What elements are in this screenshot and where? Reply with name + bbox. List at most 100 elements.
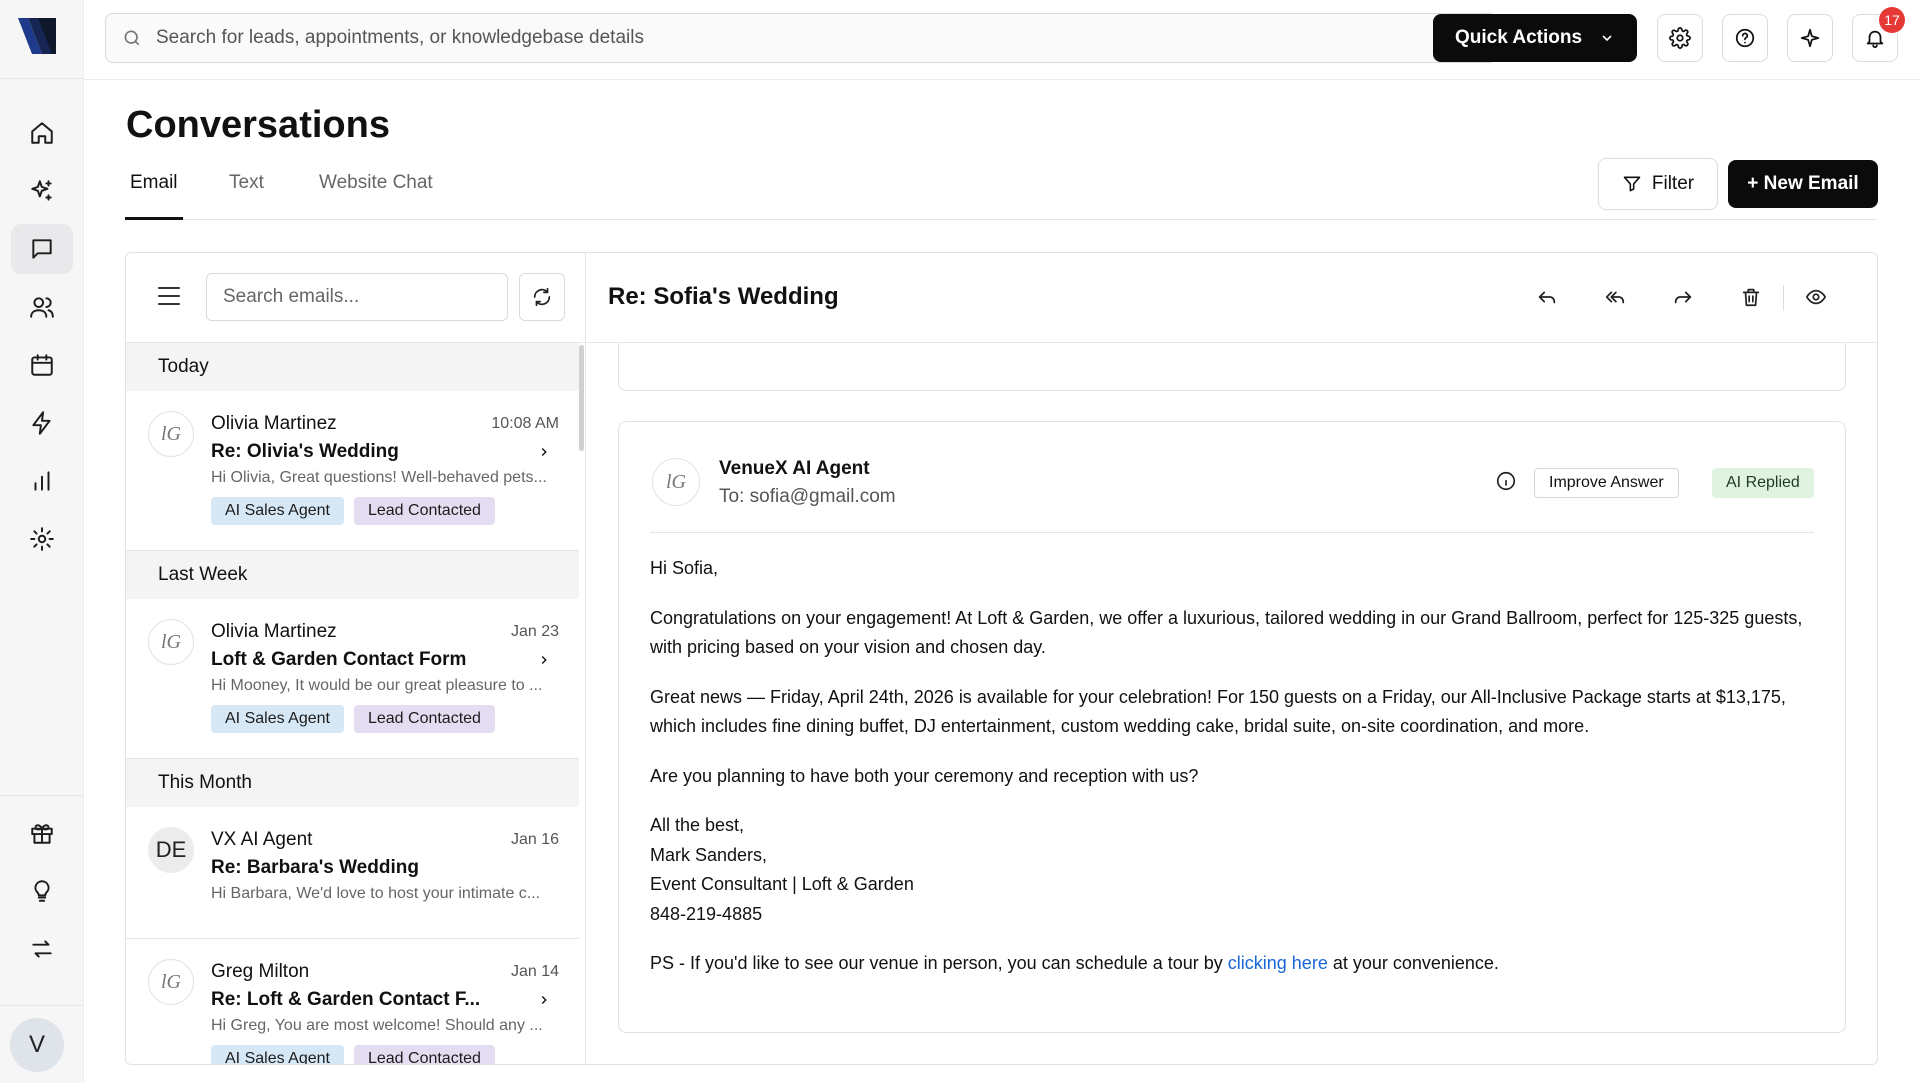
sidebar-contacts[interactable] [11,282,73,332]
bar-chart-icon [34,471,50,491]
message-signature: All the best, Mark Sanders, Event Consul… [650,811,1814,929]
topbar: Quick Actions 17 [84,0,1920,80]
tab-website-chat[interactable]: Website Chat [314,172,438,220]
sender-avatar: lG [148,959,194,1005]
refresh-button[interactable] [519,273,565,321]
sidebar-divider [0,78,84,79]
venuex-logo[interactable] [16,14,58,58]
reader-header: Re: Sofia's Wedding [587,253,1877,343]
sidebar-rewards[interactable] [11,808,73,858]
tag-ai-sales-agent: AI Sales Agent [211,1045,344,1064]
email-list-item[interactable]: DE VX AI Agent Jan 16 Re: Barbara's Wedd… [126,807,579,939]
sidebar-switch[interactable] [11,924,73,974]
email-list: Today lG Olivia Martinez 10:08 AM Re: Ol… [126,253,586,1064]
email-list-toolbar [126,253,585,343]
email-subject: Re: Barbara's Wedding [211,857,419,878]
notifications-button[interactable]: 17 [1852,7,1905,62]
filter-button[interactable]: Filter [1598,158,1718,210]
sender-avatar: lG [652,458,700,506]
sidebar-divider [0,795,84,796]
email-list-scrollbar[interactable] [579,345,584,451]
forward-icon [1674,291,1692,304]
ps-text-end: at your convenience. [1327,953,1499,973]
sidebar-ideas[interactable] [11,866,73,916]
previous-message-card[interactable] [618,343,1846,391]
page-title: Conversations [126,104,390,146]
group-header-this-month: This Month [126,759,579,807]
global-search[interactable] [105,13,1497,63]
home-icon [31,122,53,144]
sender-avatar: DE [148,827,194,873]
email-subject: Re: Loft & Garden Contact F... [211,989,481,1010]
signature-phone: 848-219-4885 [650,903,763,924]
calendar-icon [31,354,53,376]
message-card: lG VenueX AI Agent To: sofia@gmail.com I… [618,421,1846,1033]
sidebar-analytics[interactable] [11,456,73,506]
view-button[interactable] [1802,283,1830,311]
swap-icon [32,940,52,958]
message-paragraph: Great news — Friday, April 24th, 2026 is… [650,686,1786,737]
tag-lead-contacted: Lead Contacted [353,1045,495,1064]
help-icon [1735,28,1755,48]
message-sender: VenueX AI Agent [719,458,870,479]
trash-icon [1742,288,1760,307]
signoff: All the best, [650,815,745,835]
email-tags: AI Sales Agent Lead Contacted [211,1045,495,1064]
tag-lead-contacted: Lead Contacted [353,497,495,525]
email-list-item[interactable]: lG Greg Milton Jan 14 Re: Loft & Garden … [126,939,579,1064]
sender-name: Greg Milton [211,961,310,982]
conversation-panel: Today lG Olivia Martinez 10:08 AM Re: Ol… [125,252,1878,1065]
tab-email[interactable]: Email [125,172,183,220]
sidebar-calendar[interactable] [11,340,73,390]
sidebar-ai[interactable] [11,166,73,216]
message-recipient: To: sofia@gmail.com [719,486,896,507]
message-paragraph: Are you planning to have both your cerem… [650,765,1199,786]
tag-lead-contacted: Lead Contacted [353,705,495,733]
email-time: Jan 16 [510,831,559,848]
email-time: Jan 23 [510,623,559,640]
email-tags: AI Sales Agent Lead Contacted [211,497,495,525]
tag-ai-sales-agent: AI Sales Agent [211,497,344,525]
schedule-tour-link[interactable]: clicking here [1228,953,1328,973]
filter-icon [1623,176,1641,192]
help-button[interactable] [1722,14,1768,62]
info-icon[interactable] [1495,470,1519,494]
ai-assistant-button[interactable] [1787,14,1833,62]
global-search-input[interactable] [156,27,1456,49]
email-list-item[interactable]: lG Olivia Martinez Jan 23 Loft & Garden … [126,599,579,759]
lightbulb-icon [34,880,50,902]
email-list-item[interactable]: lG Olivia Martinez 10:08 AM Re: Olivia's… [126,391,579,551]
quick-actions-button[interactable]: Quick Actions [1433,14,1637,62]
sparkles-icon [31,180,52,201]
email-preview: Hi Mooney, It would be our great pleasur… [211,677,543,694]
sender-name: VX AI Agent [211,829,313,850]
sidebar-automations[interactable] [11,398,73,448]
forward-button[interactable] [1669,283,1697,311]
group-header-today: Today [126,343,579,391]
tab-text[interactable]: Text [224,172,269,220]
message-body: Hi Sofia, Congratulations on your engage… [650,554,1814,999]
email-search-input[interactable] [206,273,508,321]
email-time: Jan 14 [510,963,559,980]
sidebar-settings[interactable] [11,514,73,564]
bell-icon [1866,30,1884,49]
menu-icon[interactable] [158,287,180,305]
email-preview: Hi Greg, You are most welcome! Should an… [211,1017,543,1034]
lightning-icon [32,411,51,435]
sidebar-home[interactable] [11,108,73,158]
settings-button[interactable] [1657,14,1703,62]
reply-all-button[interactable] [1601,283,1629,311]
sender-avatar: lG [148,411,194,457]
quick-actions-label: Quick Actions [1455,27,1583,48]
notification-badge: 17 [1879,7,1905,33]
gear-icon [1669,27,1691,49]
ai-replied-badge: AI Replied [1712,468,1814,498]
email-subject: Loft & Garden Contact Form [211,649,467,670]
reply-button[interactable] [1533,283,1561,311]
delete-button[interactable] [1737,283,1765,311]
sidebar-conversations[interactable] [11,224,73,274]
user-avatar[interactable]: V [10,1018,64,1072]
improve-answer-button[interactable]: Improve Answer [1534,468,1679,498]
new-email-button[interactable]: + New Email [1728,160,1878,208]
chat-icon [32,239,52,259]
